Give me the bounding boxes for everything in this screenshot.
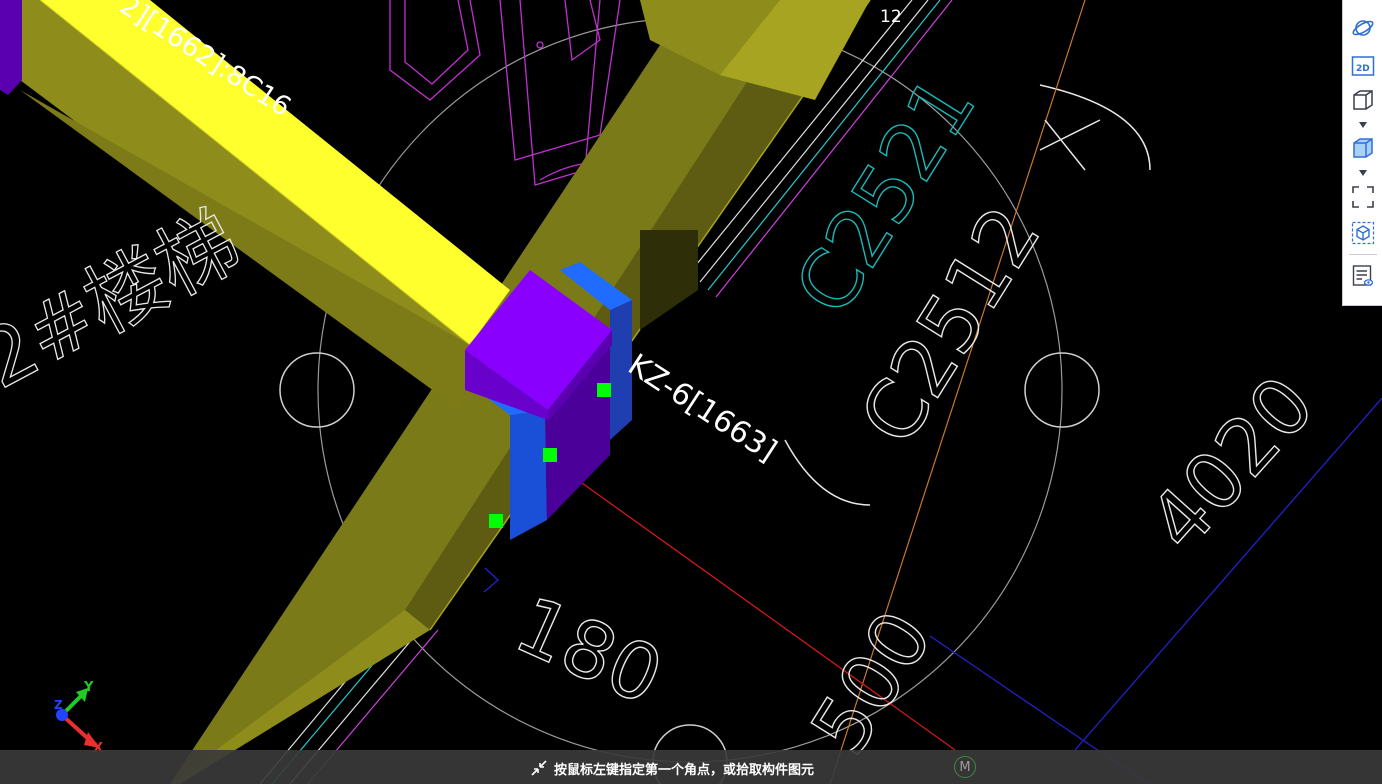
status-bar: 按鼠标左键指定第一个角点，或拾取构件图元 M — [0, 750, 1382, 784]
pick-cursor-icon — [531, 760, 547, 776]
view-2d-icon: 2D — [1351, 56, 1375, 76]
status-hint: 按鼠标左键指定第一个角点，或拾取构件图元 — [530, 758, 814, 778]
orbit-icon — [1352, 20, 1374, 36]
cad-3d-viewport[interactable]: 2][1662]:8C16 KZ-6[1663] 12 C2521 C2512 … — [0, 0, 1382, 784]
dropdown-caret-icon — [1359, 122, 1367, 128]
view-toolbar: 2D — [1342, 0, 1382, 306]
view-3d-box-icon — [1353, 90, 1373, 110]
view-3d-solid-dropdown[interactable] — [1358, 169, 1368, 177]
axis-z-label: Z — [54, 698, 63, 712]
dim-180: 180 — [502, 580, 675, 723]
grip-handle[interactable] — [489, 514, 503, 528]
axis-triad: X Y Z — [54, 680, 103, 756]
svg-text:2D: 2D — [1356, 64, 1370, 74]
view-2d-button[interactable]: 2D — [1349, 52, 1377, 80]
dynamic-observe-button[interactable] — [1349, 219, 1377, 247]
column-label: KZ-6[1663] — [622, 347, 783, 469]
edge-column[interactable] — [0, 0, 22, 95]
zoom-extents-icon — [1352, 186, 1374, 208]
grid-number: 12 — [880, 7, 902, 27]
zoom-extents-button[interactable] — [1349, 183, 1377, 211]
grip-handle[interactable] — [543, 448, 557, 462]
view-3d-solid-button[interactable] — [1349, 134, 1377, 162]
view-3d-solid-icon — [1353, 138, 1373, 158]
dropdown-caret-icon — [1359, 170, 1367, 176]
view-3d-box-button[interactable] — [1349, 86, 1377, 114]
properties-view-icon — [1352, 265, 1374, 286]
stair-text: 2#楼梯 — [0, 194, 254, 407]
toolbar-separator — [1349, 254, 1377, 255]
axis-y-label: Y — [83, 680, 94, 695]
grip-handle[interactable] — [597, 383, 611, 397]
view-3d-box-dropdown[interactable] — [1358, 121, 1368, 129]
dim-4020: 4020 — [1132, 360, 1332, 568]
model-scene[interactable]: 2][1662]:8C16 KZ-6[1663] 12 C2521 C2512 … — [0, 0, 1382, 784]
mode-badge[interactable]: M — [954, 756, 976, 778]
dynamic-observe-icon — [1351, 221, 1375, 245]
properties-view-button[interactable] — [1349, 262, 1377, 290]
background-drawing-lines — [259, 0, 1382, 784]
orbit-button[interactable] — [1349, 14, 1377, 42]
dim-500: 500 — [795, 596, 950, 770]
status-hint-text: 按鼠标左键指定第一个角点，或拾取构件图元 — [554, 762, 815, 778]
